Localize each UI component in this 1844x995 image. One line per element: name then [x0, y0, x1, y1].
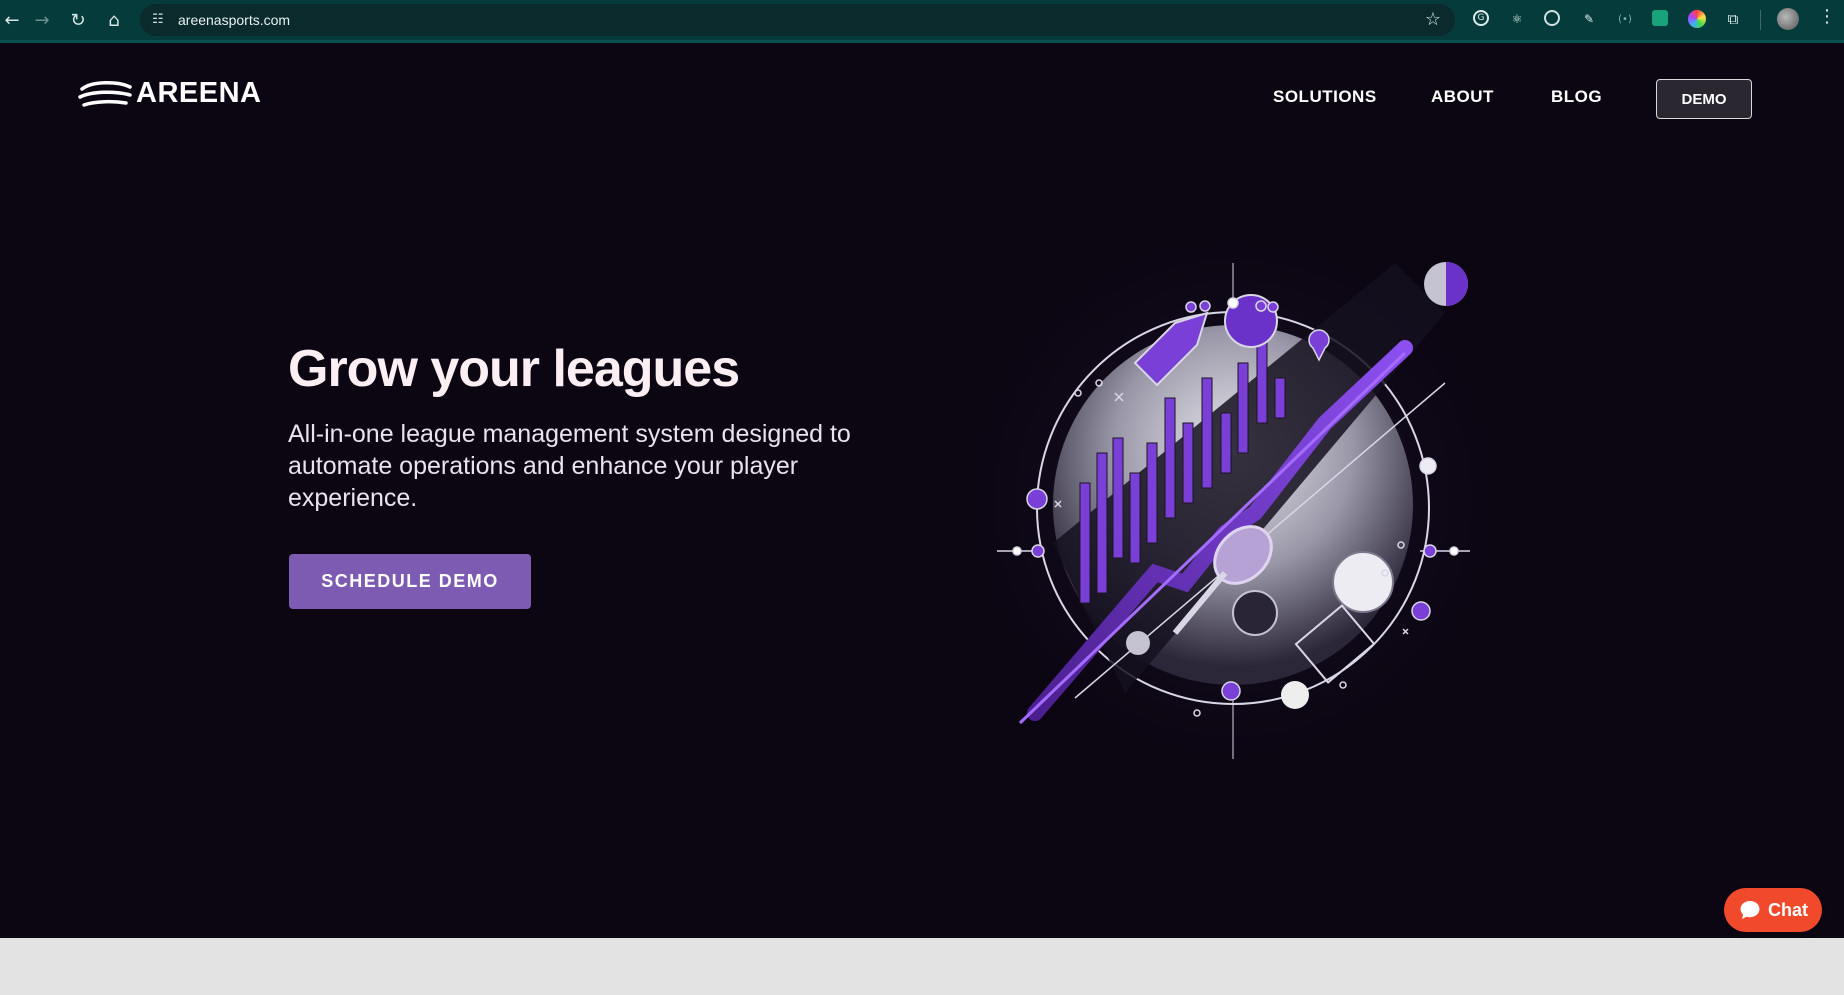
tiny-ball-icon — [1126, 631, 1150, 655]
chatgpt-icon[interactable] — [1652, 10, 1668, 26]
color-ring-icon[interactable] — [1688, 10, 1706, 28]
demo-button[interactable]: DEMO — [1656, 79, 1752, 119]
browser-toolbar: ← → ↻ ⌂ ☷ areenasports.com ☆ G ⚛ ✎ (•) ⧉… — [0, 0, 1844, 43]
broadcast-icon[interactable]: (•) — [1616, 10, 1634, 28]
react-devtools-icon[interactable]: ⚛ — [1508, 10, 1526, 28]
chat-bubble-icon — [1740, 901, 1760, 919]
chat-label: Chat — [1768, 899, 1808, 920]
forward-icon[interactable]: → — [30, 8, 54, 32]
bookmark-star-icon[interactable]: ☆ — [1425, 9, 1441, 30]
volleyball-icon — [1332, 551, 1394, 613]
grammarly-icon[interactable]: G — [1473, 10, 1489, 26]
toolbar-divider — [1760, 10, 1761, 30]
soccer-ball-icon — [1232, 590, 1278, 636]
nav-about[interactable]: ABOUT — [1431, 87, 1494, 107]
back-icon[interactable]: ← — [0, 8, 24, 32]
page-content: AREENA SOLUTIONS ABOUT BLOG DEMO Grow yo… — [0, 43, 1844, 995]
hero-title: Grow your leagues — [288, 340, 740, 398]
next-section-band — [0, 938, 1844, 995]
address-bar[interactable]: ☷ areenasports.com ☆ — [140, 4, 1455, 36]
profile-avatar[interactable] — [1777, 8, 1799, 30]
schedule-demo-button[interactable]: SCHEDULE DEMO — [289, 554, 531, 609]
home-icon[interactable]: ⌂ — [102, 8, 126, 32]
hero-subtitle: All-in-one league management system desi… — [288, 420, 851, 512]
target-icon[interactable] — [1544, 10, 1560, 26]
puzzle-icon[interactable]: ⧉ — [1724, 10, 1742, 28]
chat-widget-button[interactable]: Chat — [1724, 888, 1822, 932]
nav-blog[interactable]: BLOG — [1551, 87, 1602, 107]
logo[interactable]: AREENA — [78, 77, 261, 110]
logo-text: AREENA — [136, 77, 262, 109]
eyedropper-icon[interactable]: ✎ — [1580, 10, 1598, 28]
small-ball-icon — [1281, 681, 1309, 709]
reload-icon[interactable]: ↻ — [66, 8, 90, 32]
site-info-icon[interactable]: ☷ — [152, 12, 168, 28]
nav-solutions[interactable]: SOLUTIONS — [1273, 87, 1377, 107]
kebab-menu-icon[interactable]: ⋮ — [1818, 6, 1836, 27]
url-text[interactable]: areenasports.com — [178, 12, 290, 28]
logo-mark-icon — [78, 80, 132, 107]
sports-growth-illustration — [925, 153, 1545, 793]
